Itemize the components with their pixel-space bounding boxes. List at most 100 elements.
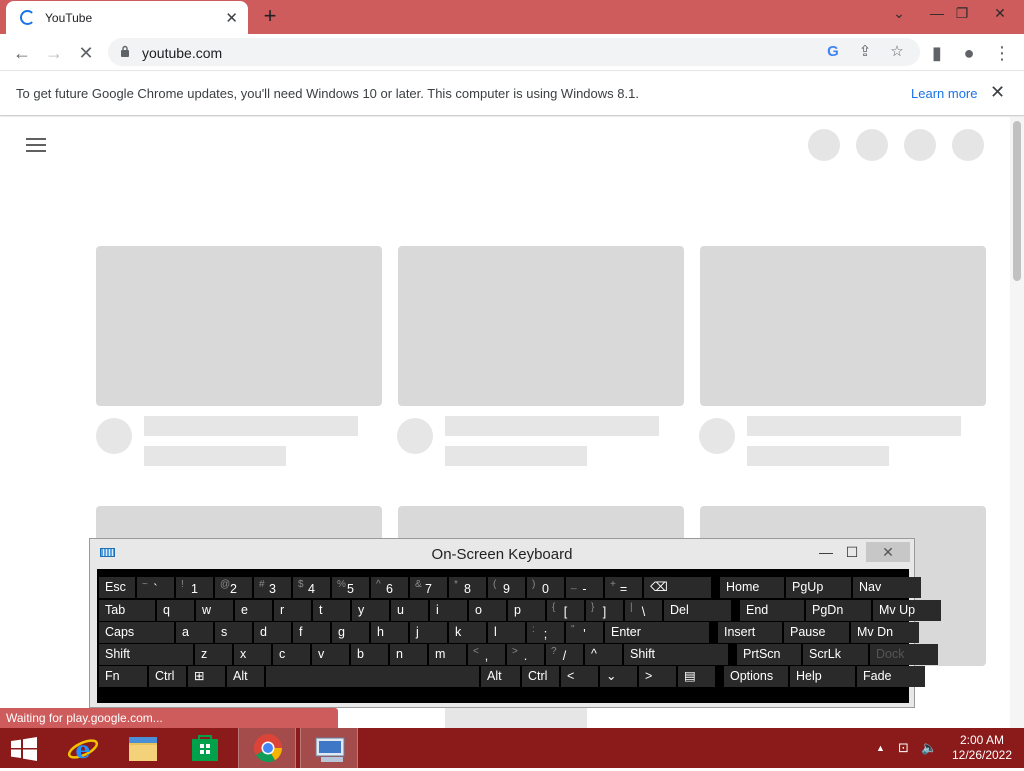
osk-key-shift[interactable]: Shift [624,644,728,665]
osk-key--[interactable]: _ - [566,577,603,598]
taskbar-on-screen-keyboard[interactable] [300,728,358,768]
osk-key-n[interactable]: n [390,644,427,665]
network-icon[interactable]: ⊡ [898,740,909,756]
osk-maximize-button[interactable]: ☐ [842,542,862,562]
osk-key-u[interactable]: u [391,600,428,621]
osk-key-k[interactable]: k [449,622,486,643]
taskbar-chrome[interactable] [238,728,296,768]
osk-key-2[interactable]: @2 [215,577,252,598]
osk-key--[interactable]: ⊞ [188,666,225,687]
osk-key-shift[interactable]: Shift [99,644,193,665]
osk-key-5[interactable]: % 5 [332,577,369,598]
osk-minimize-button[interactable]: — [816,542,836,562]
osk-title-bar[interactable]: On-Screen Keyboard — ☐ ✕ [90,539,914,569]
osk-key-insert[interactable]: Insert [718,622,782,643]
close-window-button[interactable]: ✕ [983,0,1017,28]
osk-key-fn[interactable]: Fn [99,666,147,687]
osk-key-3[interactable]: #3 [254,577,291,598]
osk-key--[interactable]: ^ [585,644,622,665]
osk-key--[interactable]: ⌫ [644,577,711,598]
learn-more-link[interactable]: Learn more [911,86,977,101]
osk-key--[interactable]: }] [586,600,623,621]
osk-key-home[interactable]: Home [720,577,784,598]
osk-key-w[interactable]: w [196,600,233,621]
infobar-close-icon[interactable]: ✕ [990,82,1005,103]
osk-key-dock[interactable]: Dock [870,644,938,665]
osk-key-a[interactable]: a [176,622,213,643]
osk-key-pause[interactable]: Pause [784,622,849,643]
scrollbar-thumb[interactable] [1013,121,1021,281]
osk-key-o[interactable]: o [469,600,506,621]
osk-key-7[interactable]: & 7 [410,577,447,598]
osk-key-b[interactable]: b [351,644,388,665]
osk-key-g[interactable]: g [332,622,369,643]
volume-icon[interactable]: 🔈 [921,740,937,756]
osk-key--[interactable]: ⌄ [600,666,637,687]
taskbar-store[interactable] [176,728,234,768]
tray-overflow-icon[interactable]: ▲ [876,743,885,753]
osk-key-ctrl[interactable]: Ctrl [522,666,559,687]
osk-key-mv-up[interactable]: Mv Up [873,600,941,621]
profile-avatar-icon[interactable]: ● [956,40,982,66]
osk-key-enter[interactable]: Enter [605,622,709,643]
osk-key-options[interactable]: Options [724,666,788,687]
osk-key--[interactable]: >. [507,644,544,665]
osk-key--[interactable]: > [639,666,676,687]
osk-key-alt[interactable]: Alt [481,666,520,687]
osk-key-mv-dn[interactable]: Mv Dn [851,622,919,643]
osk-key--[interactable]: :; [527,622,564,643]
osk-key-4[interactable]: $4 [293,577,330,598]
url-text[interactable]: youtube.com [142,45,222,61]
osk-key-space[interactable] [266,666,479,687]
osk-key-9[interactable]: (9 [488,577,525,598]
osk-key-pgup[interactable]: PgUp [786,577,851,598]
osk-key--[interactable]: + = [605,577,642,598]
tab-youtube[interactable]: YouTube ✕ [6,1,248,34]
osk-key-end[interactable]: End [740,600,804,621]
osk-key-tab[interactable]: Tab [99,600,155,621]
osk-key--[interactable]: | \ [625,600,662,621]
osk-key-e[interactable]: e [235,600,272,621]
osk-key-p[interactable]: p [508,600,545,621]
taskbar-file-explorer[interactable] [114,728,172,768]
bookmark-star-icon[interactable]: ☆ [886,41,908,63]
on-screen-keyboard-window[interactable]: On-Screen Keyboard — ☐ ✕ Esc ~ `! 1 @2 #3 $4% 5… [89,538,941,708]
osk-key-h[interactable]: h [371,622,408,643]
osk-key-esc[interactable]: Esc [99,577,135,598]
osk-key-c[interactable]: c [273,644,310,665]
osk-key--[interactable]: {[ [547,600,584,621]
osk-key-1[interactable]: ! 1 [176,577,213,598]
osk-key-l[interactable]: l [488,622,525,643]
osk-key-nav[interactable]: Nav [853,577,921,598]
page-scrollbar[interactable] [1010,117,1024,728]
lock-icon[interactable] [120,45,130,57]
osk-key--[interactable]: ▤ [678,666,715,687]
google-lens-icon[interactable]: G [822,41,844,63]
osk-key-i[interactable]: i [430,600,467,621]
taskbar-internet-explorer[interactable]: e [54,728,112,768]
osk-key-alt[interactable]: Alt [227,666,264,687]
osk-key--[interactable]: < [561,666,598,687]
osk-key-y[interactable]: y [352,600,389,621]
osk-key-fade[interactable]: Fade [857,666,925,687]
chrome-menu-icon[interactable]: ⋮ [989,40,1015,66]
address-bar[interactable]: youtube.com G ⇪ ☆ [108,38,920,66]
forward-button[interactable]: → [41,40,67,66]
start-button[interactable] [0,728,58,768]
osk-key-scrlk[interactable]: ScrLk [803,644,868,665]
osk-key-q[interactable]: q [157,600,194,621]
osk-key-6[interactable]: ^ 6 [371,577,408,598]
osk-key-prtscn[interactable]: PrtScn [737,644,801,665]
share-icon[interactable]: ⇪ [854,41,876,63]
osk-key--[interactable]: <, [468,644,505,665]
side-panel-icon[interactable]: ▮ [924,40,950,66]
osk-key-v[interactable]: v [312,644,349,665]
osk-close-button[interactable]: ✕ [866,542,910,562]
back-button[interactable]: ← [9,40,35,66]
osk-key--[interactable]: ? / [546,644,583,665]
tab-close-icon[interactable]: ✕ [225,9,238,27]
osk-key-z[interactable]: z [195,644,232,665]
tab-search-chevron-icon[interactable]: ⌄ [882,0,916,28]
osk-key-caps[interactable]: Caps [99,622,174,643]
osk-key-pgdn[interactable]: PgDn [806,600,871,621]
